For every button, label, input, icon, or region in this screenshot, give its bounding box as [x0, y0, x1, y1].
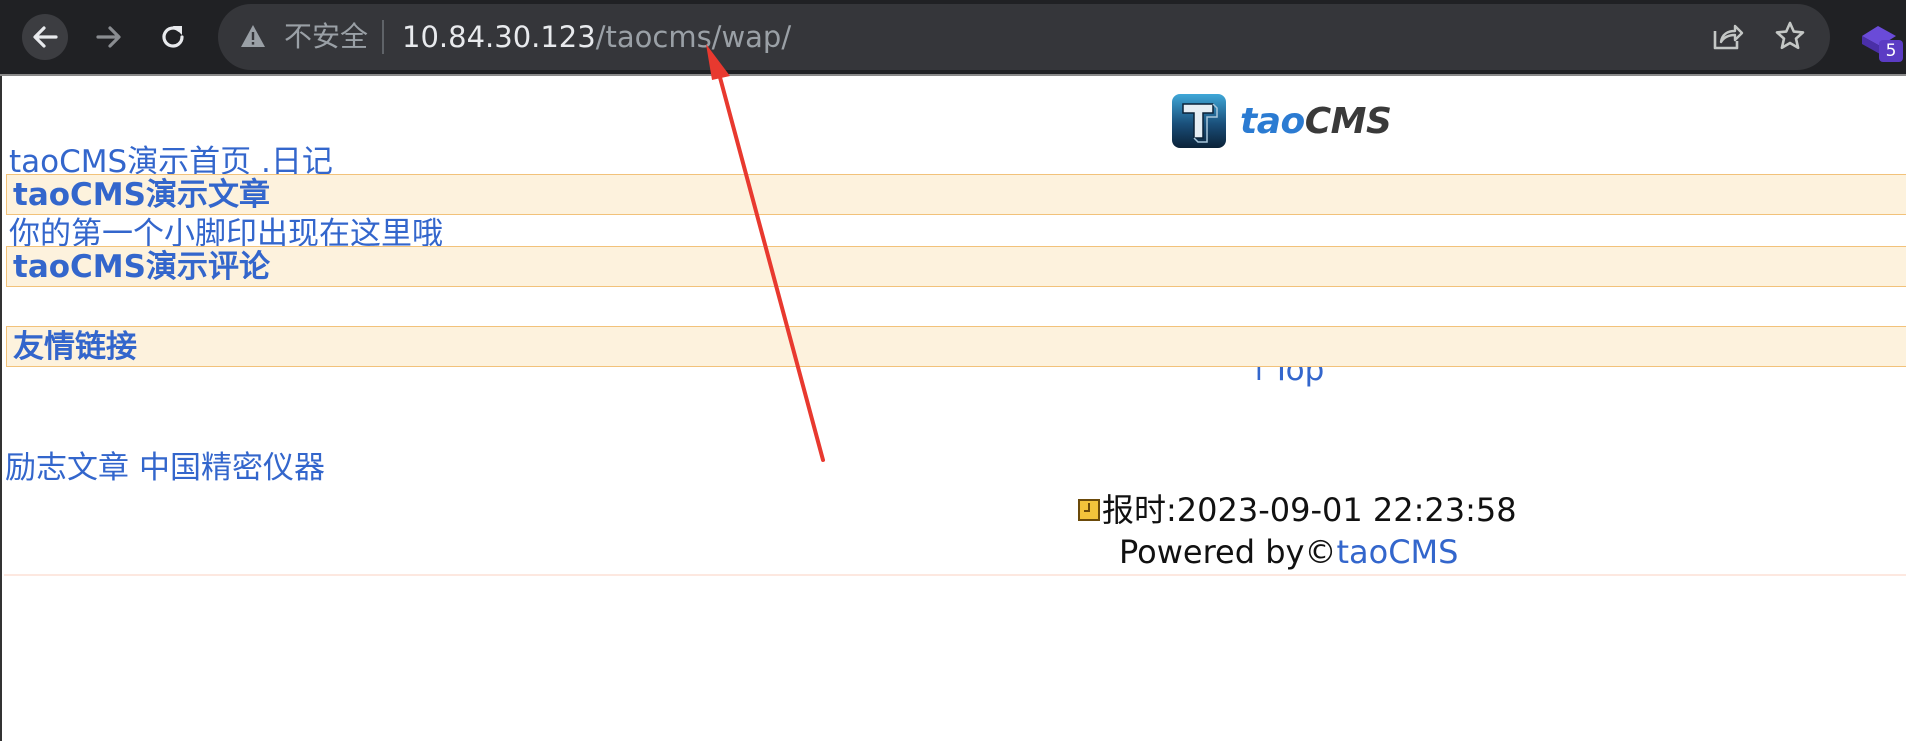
annotation-arrow — [706, 44, 825, 462]
